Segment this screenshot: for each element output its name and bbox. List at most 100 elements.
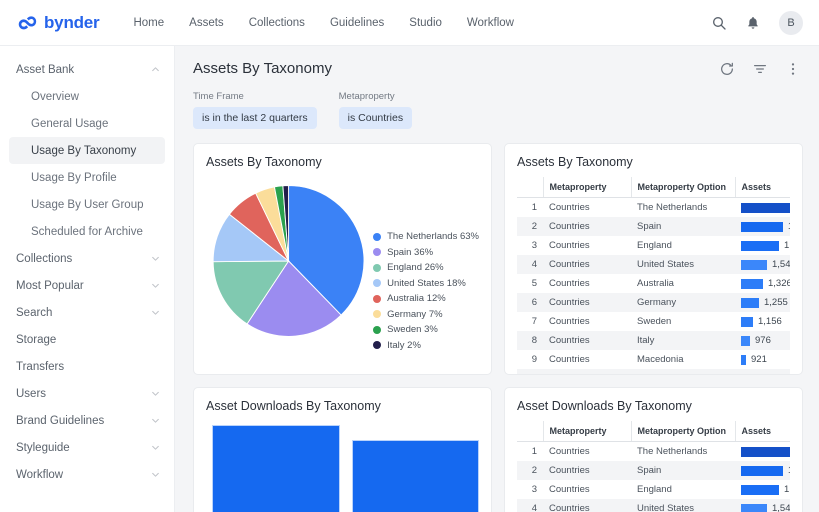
filter-chip-metaproperty[interactable]: is Countries	[338, 107, 413, 129]
cell-assets: 1,296	[735, 217, 790, 236]
cell-index: 8	[517, 331, 543, 350]
table-row[interactable]: 3CountriesEngland 1,991	[517, 480, 790, 499]
cell-assets: 844	[735, 369, 790, 374]
sidebar-item-brand-guidelines[interactable]: Brand Guidelines	[0, 407, 174, 434]
app-body: Asset Bank Overview General Usage Usage …	[0, 46, 819, 512]
legend-item[interactable]: England 26%	[373, 262, 479, 273]
pie-chart[interactable]	[210, 177, 367, 345]
legend-item[interactable]: Spain 36%	[373, 247, 479, 258]
sidebar-item-most-popular[interactable]: Most Popular	[0, 272, 174, 299]
chevron-down-icon	[152, 283, 159, 288]
more-vertical-icon[interactable]	[785, 61, 801, 77]
legend-item[interactable]: United States 18%	[373, 278, 479, 289]
table-row[interactable]: 9 Countries Macedonia 921	[517, 350, 790, 369]
table-row[interactable]: 1CountriesThe Netherlands 1,584	[517, 441, 790, 461]
sidebar-item-users[interactable]: Users	[0, 380, 174, 407]
legend-item[interactable]: Germany 7%	[373, 309, 479, 320]
assets-bar	[741, 373, 745, 374]
panel-title-pie: Assets By Taxonomy	[206, 155, 322, 169]
refresh-icon[interactable]	[719, 61, 735, 77]
sidebar-item-collections[interactable]: Collections	[0, 245, 174, 272]
sidebar-item-storage[interactable]: Storage	[0, 326, 174, 353]
legend-label: United States 18%	[387, 277, 466, 289]
cell-metaproperty: Countries	[543, 331, 631, 350]
page-header: Assets By Taxonomy Time Frame is in the …	[175, 46, 819, 129]
sidebar-item-usage-by-user-group[interactable]: Usage By User Group	[0, 191, 174, 218]
legend-label: The Netherlands 63%	[387, 231, 479, 242]
nav-link-workflow[interactable]: Workflow	[467, 17, 514, 29]
legend-item[interactable]: The Netherlands 63%	[373, 231, 479, 242]
cell-metaproperty-option: Spain	[631, 461, 735, 480]
brand-logo[interactable]: bynder	[16, 12, 100, 34]
top-navigation-bar: bynder Home Assets Collections Guideline…	[0, 0, 819, 46]
filter-chip-time-frame[interactable]: is in the last 2 quarters	[193, 107, 317, 129]
user-avatar[interactable]: B	[779, 10, 803, 35]
panel-asset-downloads-table: Asset Downloads By Taxonomy Metaproperty…	[504, 387, 803, 512]
legend-label: Australia 12%	[387, 293, 446, 304]
cell-metaproperty: Countries	[543, 293, 631, 312]
legend-item[interactable]: Sweden 3%	[373, 324, 479, 335]
sidebar-item-styleguide[interactable]: Styleguide	[0, 434, 174, 461]
panel-asset-downloads-chart: Asset Downloads By Taxonomy	[193, 387, 492, 512]
top-nav-actions: B	[711, 10, 803, 35]
legend-label: Italy 2%	[387, 339, 421, 351]
legend-item[interactable]: Italy 2%	[373, 340, 479, 351]
table-row[interactable]: 1CountriesThe Netherlands 1,584	[517, 197, 790, 217]
sidebar-item-transfers[interactable]: Transfers	[0, 353, 174, 380]
downloads-bar-chart[interactable]	[206, 421, 479, 512]
table-row[interactable]: 4CountriesUnited States 1,540	[517, 255, 790, 274]
nav-link-home[interactable]: Home	[133, 17, 164, 29]
sidebar-label-search: Search	[16, 306, 53, 319]
legend-label: Spain 36%	[387, 246, 434, 258]
table-row[interactable]: 10CountriesRomania 844	[517, 369, 790, 374]
legend-item[interactable]: Australia 12%	[373, 293, 479, 304]
cell-index: 5	[517, 274, 543, 293]
th-metaproperty-option: Metaproperty Option	[630, 177, 735, 198]
cell-metaproperty-option: United States	[631, 255, 735, 274]
cell-assets: 1,584	[735, 441, 790, 461]
sidebar-item-overview[interactable]: Overview	[0, 83, 174, 110]
sidebar-item-search[interactable]: Search	[0, 299, 174, 326]
filter-icon[interactable]	[752, 61, 768, 77]
table-row[interactable]: 6 Countries Germany 1,255	[517, 293, 790, 312]
nav-link-assets[interactable]: Assets	[189, 17, 224, 29]
table-row[interactable]: 4CountriesUnited States 1,540	[517, 499, 790, 512]
table-row[interactable]: 3CountriesEngland 1,991	[517, 236, 790, 255]
downloads-bar[interactable]	[351, 439, 479, 512]
sidebar-item-usage-by-taxonomy[interactable]: Usage By Taxonomy	[9, 137, 165, 164]
app-root: bynder Home Assets Collections Guideline…	[0, 0, 819, 512]
cell-metaproperty: Countries	[543, 441, 631, 461]
search-icon[interactable]	[711, 15, 727, 31]
cell-index: 7	[517, 312, 543, 331]
cell-assets: 1,156	[735, 312, 790, 331]
sidebar-label-overview: Overview	[31, 90, 79, 103]
assets-value: 1,540	[772, 259, 790, 270]
cell-index: 2	[517, 461, 543, 480]
table-row[interactable]: 2CountriesSpain 1,296	[517, 217, 790, 236]
assets-value: 1,326	[768, 278, 790, 289]
cell-metaproperty: Countries	[543, 350, 631, 369]
nav-link-collections[interactable]: Collections	[249, 17, 305, 29]
table-row[interactable]: 7 Countries Sweden 1,156	[517, 312, 790, 331]
downloads-bar[interactable]	[212, 425, 340, 512]
table-row[interactable]: 2CountriesSpain 1,296	[517, 461, 790, 480]
legend-color-dot	[373, 310, 382, 318]
table-row[interactable]: 5 Countries Australia 1,326	[517, 274, 790, 293]
assets-table-header-row: Metaproperty Metaproperty Option Assets	[517, 177, 790, 198]
assets-value: 1,991	[784, 240, 790, 251]
sidebar-item-workflow[interactable]: Workflow	[0, 461, 174, 488]
sidebar-item-asset-bank[interactable]: Asset Bank	[0, 56, 174, 83]
cell-index: 3	[517, 236, 543, 255]
sidebar-item-scheduled-for-archive[interactable]: Scheduled for Archive	[0, 218, 174, 245]
th-metaproperty-option: Metaproperty Option	[630, 421, 735, 442]
cell-metaproperty-option: England	[631, 236, 735, 255]
sidebar-item-general-usage[interactable]: General Usage	[0, 110, 174, 137]
cell-metaproperty: Countries	[543, 197, 631, 217]
nav-link-studio[interactable]: Studio	[409, 17, 442, 29]
sidebar-item-usage-by-profile[interactable]: Usage By Profile	[0, 164, 174, 191]
table-row[interactable]: 8 Countries Italy 976	[517, 331, 790, 350]
legend-color-dot	[373, 248, 382, 256]
nav-link-guidelines[interactable]: Guidelines	[330, 17, 384, 29]
cell-index: 10	[517, 369, 543, 374]
notification-bell-icon[interactable]	[745, 15, 761, 31]
